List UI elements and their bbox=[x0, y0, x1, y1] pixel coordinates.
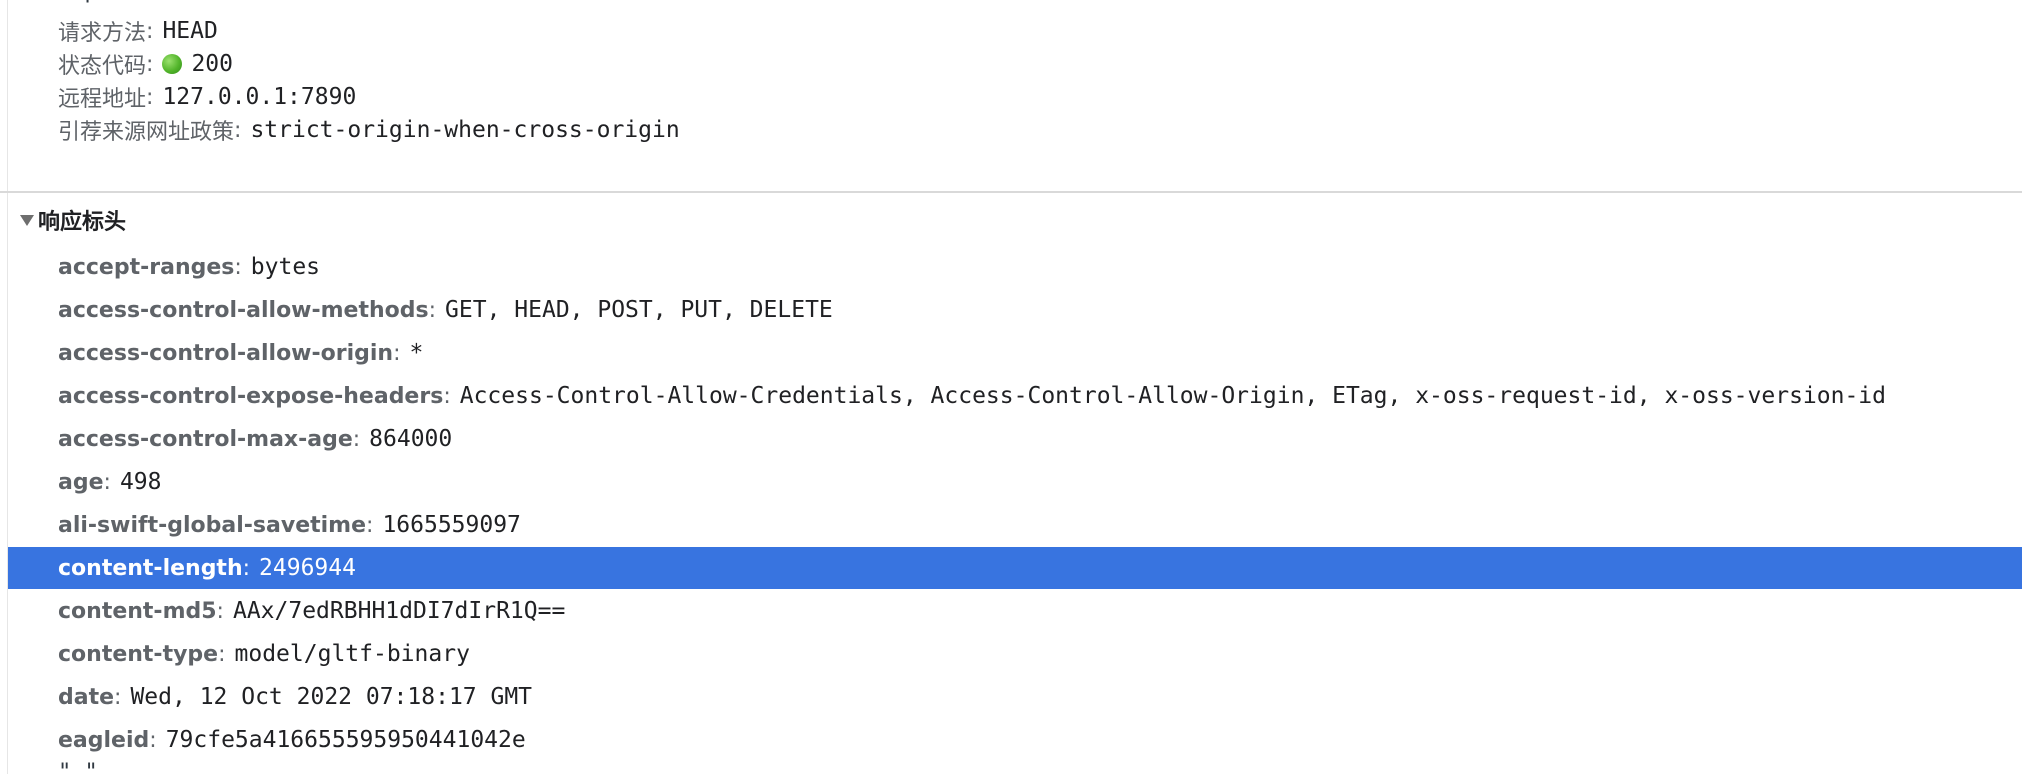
header-value: 127.0.0.1:7890 bbox=[162, 84, 357, 110]
triangle-down-icon bbox=[20, 214, 34, 226]
header-key: date bbox=[58, 684, 115, 710]
header-value: bytes bbox=[250, 254, 321, 280]
response-header-row[interactable]: eagleid: 79cfe5a416655595950441042e bbox=[8, 719, 2022, 761]
response-header-row[interactable]: date: Wed, 12 Oct 2022 07:18:17 GMT bbox=[8, 676, 2022, 718]
header-key: access-control-allow-origin bbox=[58, 340, 394, 366]
response-header-row[interactable]: ali-swift-global-savetime: 1665559097 bbox=[8, 504, 2022, 546]
section-title: 响应标头 bbox=[38, 210, 127, 235]
header-value: Wed, 12 Oct 2022 07:18:17 GMT bbox=[130, 684, 533, 710]
response-header-row[interactable]: access-control-max-age: 864000 bbox=[8, 418, 2022, 460]
header-value: 864000 bbox=[369, 426, 453, 452]
response-header-row[interactable]: access-control-allow-methods: GET, HEAD,… bbox=[8, 289, 2022, 331]
header-value: AAx/7edRBHH1dDI7dIrR1Q== bbox=[232, 598, 566, 624]
response-header-row[interactable]: age: 498 bbox=[8, 461, 2022, 503]
header-value: HEAD bbox=[162, 18, 218, 44]
header-key: ali-swift-global-savetime bbox=[58, 512, 367, 538]
response-header-row[interactable]: access-control-expose-headers: Access-Co… bbox=[8, 375, 2022, 417]
general-row-referrer-policy[interactable]: 引荐来源网址政策: strict-origin-when-cross-origi… bbox=[8, 109, 2022, 151]
header-value: 498 bbox=[119, 469, 162, 495]
header-value: * bbox=[409, 340, 424, 366]
section-divider bbox=[0, 191, 2022, 193]
response-header-row[interactable]: access-control-allow-origin: * bbox=[8, 332, 2022, 374]
header-key: content-type bbox=[58, 641, 219, 667]
header-key: access-control-max-age bbox=[58, 426, 353, 452]
header-key: content-md5 bbox=[58, 598, 217, 624]
header-value: 1665559097 bbox=[382, 512, 521, 538]
header-value: GET, HEAD, POST, PUT, DELETE bbox=[445, 297, 833, 323]
header-value: 2496944 bbox=[259, 555, 356, 581]
header-value: Access-Control-Allow-Credentials, Access… bbox=[459, 383, 1886, 409]
header-key: access-control-allow-methods bbox=[58, 297, 429, 323]
response-header-row-selected[interactable]: content-length: 2496944 bbox=[8, 547, 2022, 589]
response-header-row[interactable]: content-md5: AAx/7edRBHH1dDI7dIrR1Q== bbox=[8, 590, 2022, 632]
header-key: accept-ranges bbox=[58, 254, 235, 280]
header-key: access-control-expose-headers bbox=[58, 383, 444, 409]
status-ok-icon bbox=[162, 54, 183, 74]
header-key: content-length bbox=[58, 555, 243, 581]
response-header-row[interactable]: content-type: model/gltf-binary bbox=[8, 633, 2022, 675]
header-value: strict-origin-when-cross-origin bbox=[250, 117, 680, 143]
header-key: eagleid bbox=[58, 727, 150, 753]
response-header-row[interactable]: accept-ranges: bytes bbox=[8, 246, 2022, 288]
response-headers-toggle[interactable]: 响应标头 bbox=[8, 199, 126, 241]
header-key: age bbox=[58, 469, 104, 495]
clipped-row-top: r p bbox=[58, 0, 98, 3]
header-value: 79cfe5a416655595950441042e bbox=[165, 727, 526, 753]
header-value: 200 bbox=[191, 51, 233, 77]
header-key: 引荐来源网址政策 bbox=[58, 120, 235, 145]
clipped-row-bottom: " " bbox=[58, 760, 98, 774]
headers-panel: r p 请求方法: HEAD 状态代码: 200 远程地址: 127.0.0.1… bbox=[0, 0, 2022, 774]
header-value: model/gltf-binary bbox=[234, 641, 470, 667]
